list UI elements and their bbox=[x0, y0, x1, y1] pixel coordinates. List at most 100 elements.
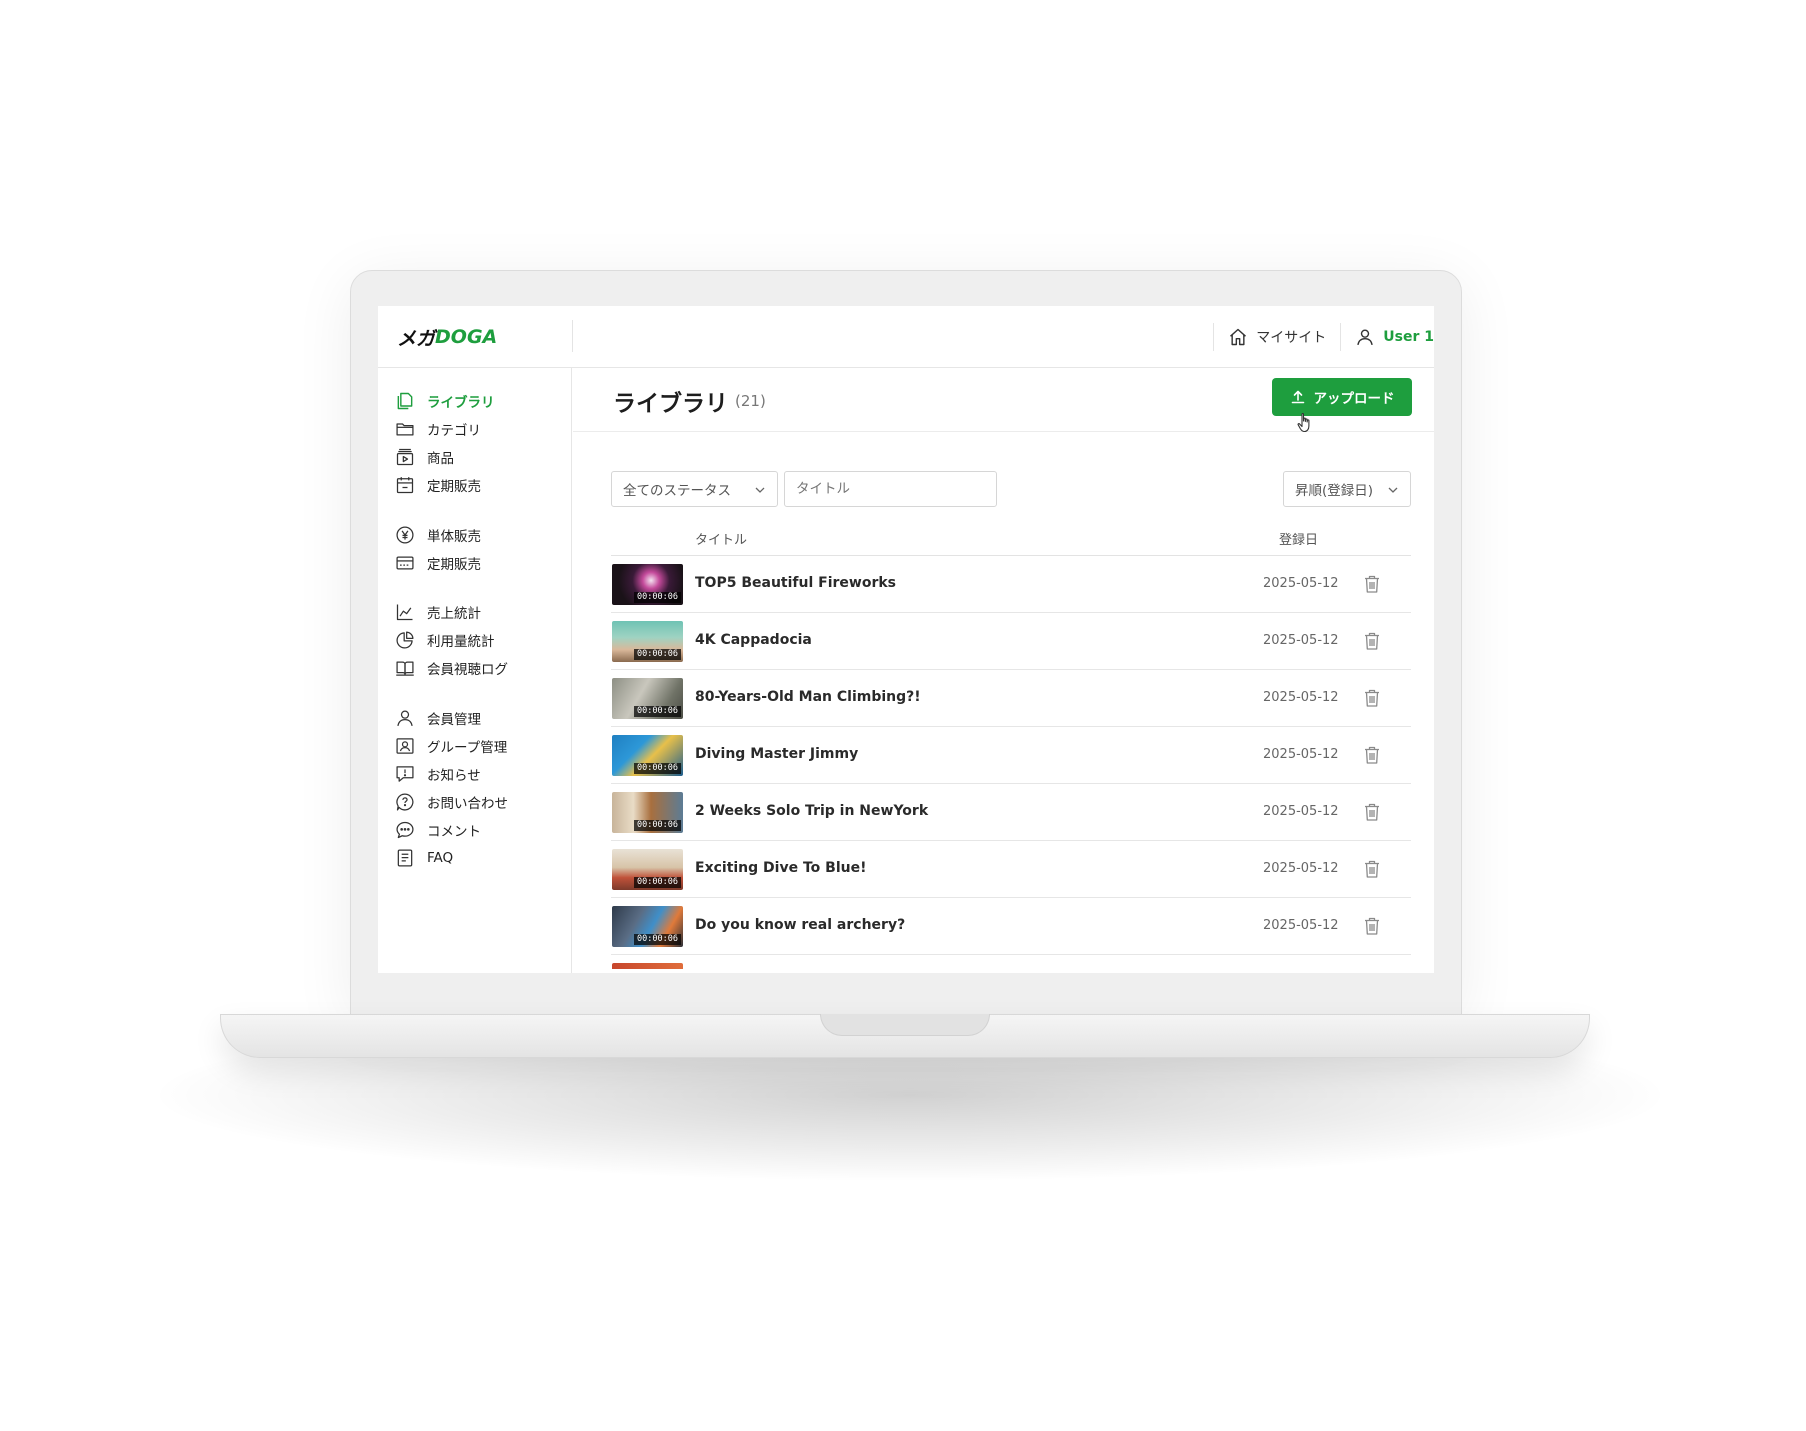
table-row[interactable]: 00:00:06 4K Cappadocia 2025-05-12 bbox=[611, 613, 1411, 670]
page-header: ライブラリ (21) アップロード bbox=[573, 368, 1434, 433]
sidebar-item-label: お問い合わせ bbox=[427, 796, 508, 812]
sort-select[interactable]: 昇順(登録日) bbox=[1283, 471, 1411, 507]
video-title[interactable]: Exciting Dive To Blue! bbox=[695, 860, 866, 876]
chevron-down-icon bbox=[755, 487, 765, 493]
delete-button[interactable] bbox=[1363, 745, 1381, 765]
comment-icon bbox=[394, 819, 416, 841]
video-title[interactable]: 80-Years-Old Man Climbing?! bbox=[695, 689, 921, 705]
folder-icon bbox=[394, 418, 416, 440]
table-row[interactable]: 00:00:06 2 Weeks Solo Trip in NewYork 20… bbox=[611, 784, 1411, 841]
video-thumbnail[interactable]: 00:00:06 bbox=[612, 678, 683, 719]
duration-badge: 00:00:06 bbox=[634, 592, 681, 603]
trash-icon bbox=[1365, 917, 1379, 935]
video-title[interactable]: TOP5 Beautiful Fireworks bbox=[695, 575, 896, 591]
sidebar-item-label: 定期販売 bbox=[427, 557, 481, 573]
sidebar-item-library[interactable]: ライブラリ bbox=[394, 388, 495, 414]
sidebar-item-members[interactable]: 会員管理 bbox=[394, 705, 481, 731]
sidebar-item-notices[interactable]: お知らせ bbox=[394, 761, 481, 787]
video-thumbnail[interactable]: 00:00:06 bbox=[612, 792, 683, 833]
delete-button[interactable] bbox=[1363, 859, 1381, 879]
sidebar-item-product[interactable]: 商品 bbox=[394, 444, 454, 470]
video-thumbnail[interactable]: 00:00:06 bbox=[612, 849, 683, 890]
column-header-date[interactable]: 登録日 bbox=[1279, 529, 1318, 548]
sidebar-item-label: コメント bbox=[427, 824, 481, 840]
sidebar-item-label: 利用量統計 bbox=[427, 634, 495, 650]
user-menu[interactable]: User 1 bbox=[1341, 327, 1434, 347]
brand-logo[interactable]: メガ DOGA bbox=[397, 322, 497, 352]
table-row[interactable]: 00:00:06 80-Years-Old Man Climbing?! 202… bbox=[611, 670, 1411, 727]
trash-icon bbox=[1365, 575, 1379, 593]
video-thumbnail[interactable]: 00:00:06 bbox=[612, 735, 683, 776]
sidebar-item-label: グループ管理 bbox=[427, 740, 508, 756]
delete-button[interactable] bbox=[1363, 916, 1381, 936]
sidebar-item-label: 商品 bbox=[427, 451, 454, 467]
trash-icon bbox=[1365, 803, 1379, 821]
video-thumbnail[interactable]: 00:00:06 bbox=[612, 906, 683, 947]
mysite-link[interactable]: マイサイト bbox=[1214, 327, 1340, 347]
duration-badge: 00:00:06 bbox=[634, 820, 681, 831]
app-screen: メガ DOGA マイサイト User 1 ライブラリ カテゴリ 商品 定期販売 … bbox=[378, 306, 1434, 973]
library-table: タイトル 登録日 00:00:06 TOP5 Beautiful Firewor… bbox=[611, 520, 1411, 969]
sidebar-item-single-sales[interactable]: 単体販売 bbox=[394, 522, 481, 548]
delete-button[interactable] bbox=[1363, 574, 1381, 594]
sidebar-item-category[interactable]: カテゴリ bbox=[394, 416, 481, 442]
table-row[interactable]: 00:00:06 Do you know real archery? 2025-… bbox=[611, 898, 1411, 955]
mockup-stage: メガ DOGA マイサイト User 1 ライブラリ カテゴリ 商品 定期販売 … bbox=[0, 0, 1806, 1431]
sidebar-item-comments[interactable]: コメント bbox=[394, 817, 481, 843]
table-row[interactable]: 00:00:06 Diving Master Jimmy 2025-05-12 bbox=[611, 727, 1411, 784]
sidebar-item-viewing-log[interactable]: 会員視聴ログ bbox=[394, 655, 508, 681]
notice-icon bbox=[394, 763, 416, 785]
video-thumbnail[interactable]: 00:00:06 bbox=[612, 621, 683, 662]
duration-badge: 00:00:06 bbox=[634, 763, 681, 774]
sidebar-item-inquiries[interactable]: お問い合わせ bbox=[394, 789, 508, 815]
trash-icon bbox=[1365, 689, 1379, 707]
title-search-input[interactable] bbox=[784, 471, 997, 507]
sidebar-item-groups[interactable]: グループ管理 bbox=[394, 733, 507, 759]
video-title[interactable]: 2 Weeks Solo Trip in NewYork bbox=[695, 803, 928, 819]
laptop-notch bbox=[820, 1014, 990, 1036]
page-title: ライブラリ bbox=[613, 391, 728, 417]
video-title[interactable]: 4K Cappadocia bbox=[695, 632, 812, 648]
registered-date: 2025-05-12 bbox=[1263, 918, 1339, 933]
video-title[interactable]: Diving Master Jimmy bbox=[695, 746, 858, 762]
video-title[interactable]: Do you know real archery? bbox=[695, 917, 905, 933]
upload-label: アップロード bbox=[1313, 391, 1395, 406]
sidebar-item-subscription[interactable]: 定期販売 bbox=[394, 472, 481, 498]
video-thumbnail[interactable]: 00:00:06 bbox=[612, 564, 683, 605]
table-row[interactable]: 00:00:06 TOP5 Beautiful Fireworks 2025-0… bbox=[611, 556, 1411, 613]
sidebar-item-label: ライブラリ bbox=[427, 395, 495, 411]
sidebar-item-sales-stats[interactable]: 売上統計 bbox=[394, 599, 481, 625]
main-content: ライブラリ (21) アップロード 全てのステータス 昇順(登録日) bbox=[573, 368, 1434, 973]
logo-divider bbox=[572, 320, 573, 352]
video-product-icon bbox=[394, 446, 416, 468]
duration-badge: 00:00:06 bbox=[634, 877, 681, 888]
registered-date: 2025-05-12 bbox=[1263, 633, 1339, 648]
item-count: (21) bbox=[735, 392, 766, 410]
upload-button[interactable]: アップロード bbox=[1272, 378, 1412, 416]
sidebar: ライブラリ カテゴリ 商品 定期販売 単体販売 定期販売 売上統計 利用量統計 … bbox=[378, 368, 572, 973]
sidebar-item-usage-stats[interactable]: 利用量統計 bbox=[394, 627, 495, 653]
sort-value: 昇順(登録日) bbox=[1295, 483, 1374, 499]
yen-icon bbox=[394, 524, 416, 546]
user-name: User 1 bbox=[1383, 329, 1434, 345]
upload-icon bbox=[1291, 390, 1304, 404]
status-filter-select[interactable]: 全てのステータス bbox=[611, 471, 778, 507]
column-header-title[interactable]: タイトル bbox=[695, 529, 747, 548]
duration-badge: 00:00:06 bbox=[634, 934, 681, 945]
sidebar-item-subscription-sales[interactable]: 定期販売 bbox=[394, 550, 481, 576]
header-nav: マイサイト User 1 bbox=[1213, 306, 1434, 368]
sidebar-item-faq[interactable]: FAQ bbox=[394, 845, 453, 871]
logo-latin: DOGA bbox=[435, 326, 498, 348]
table-row-partial bbox=[611, 955, 1411, 969]
table-row[interactable]: 00:00:06 Exciting Dive To Blue! 2025-05-… bbox=[611, 841, 1411, 898]
sidebar-item-label: 定期販売 bbox=[427, 479, 481, 495]
hand-cursor-icon bbox=[1297, 412, 1310, 433]
delete-button[interactable] bbox=[1363, 802, 1381, 822]
calendar-icon bbox=[394, 474, 416, 496]
delete-button[interactable] bbox=[1363, 631, 1381, 651]
registered-date: 2025-05-12 bbox=[1263, 747, 1339, 762]
filter-bar: 全てのステータス 昇順(登録日) bbox=[611, 471, 1411, 507]
duration-badge: 00:00:06 bbox=[634, 649, 681, 660]
delete-button[interactable] bbox=[1363, 688, 1381, 708]
registered-date: 2025-05-12 bbox=[1263, 690, 1339, 705]
